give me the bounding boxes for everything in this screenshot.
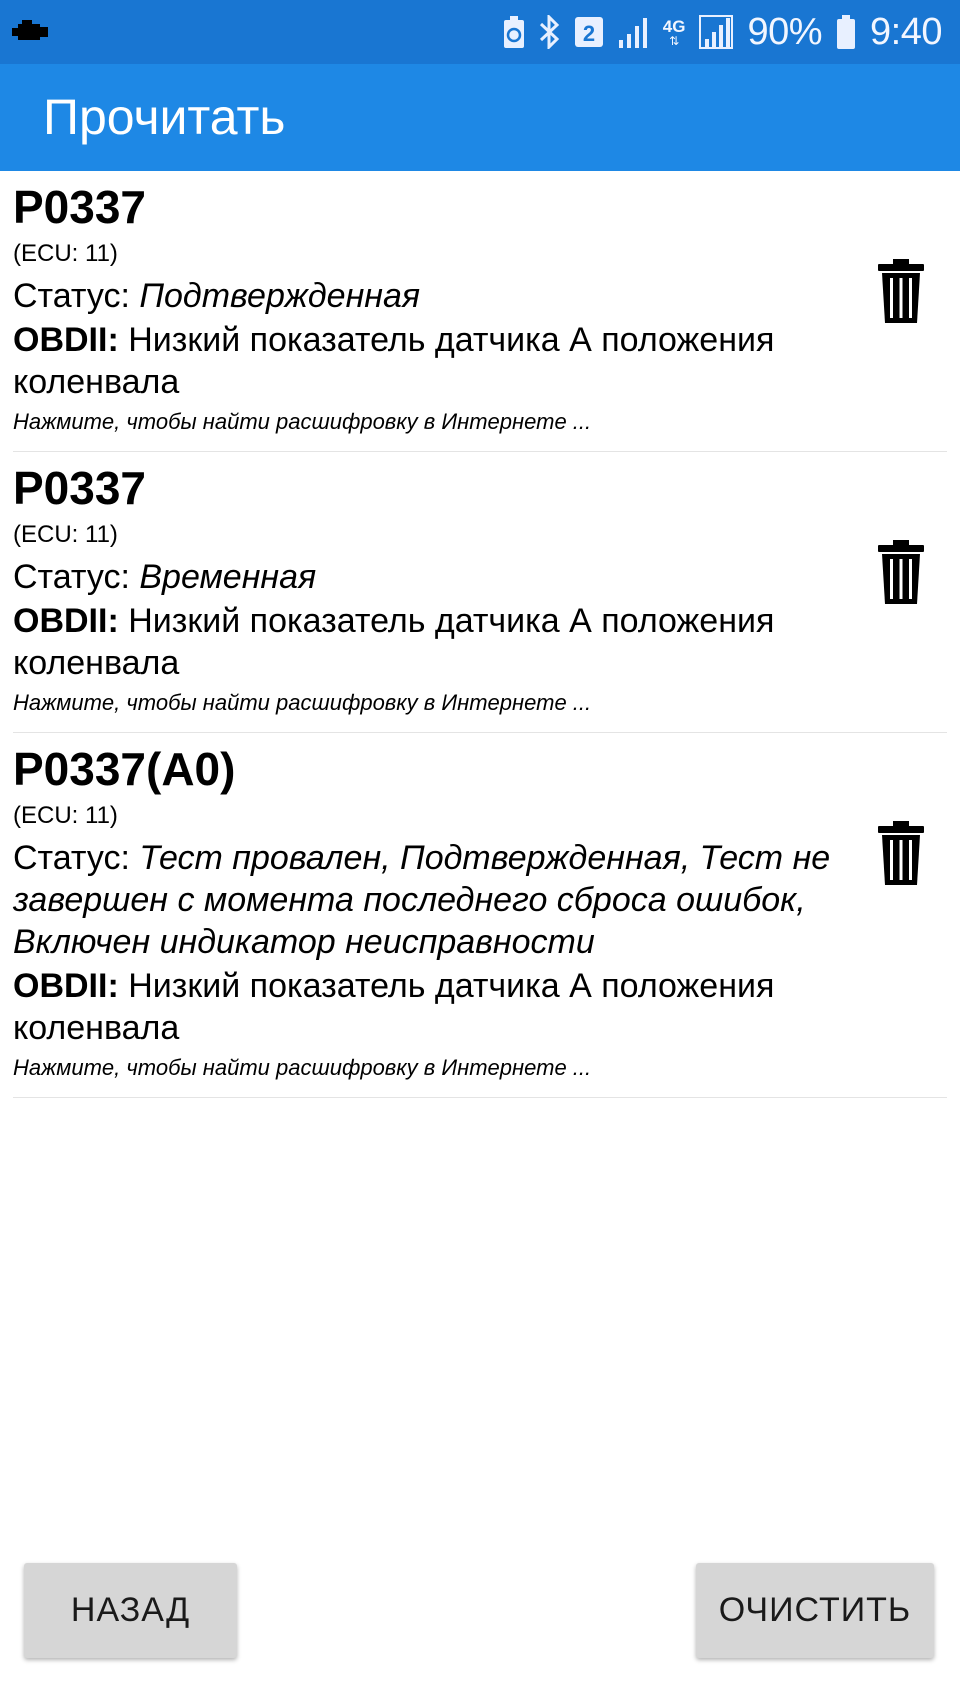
bluetooth-icon xyxy=(539,15,561,49)
dtc-code: P0337(A0) xyxy=(13,743,236,795)
search-online-hint[interactable]: Нажмите, чтобы найти расшифровку в Интер… xyxy=(13,1053,947,1083)
clear-button[interactable]: ОЧИСТИТЬ xyxy=(696,1563,934,1658)
status-value: Временная xyxy=(139,558,317,596)
status-bar: 2 4G ⇅ 90% 9:40 xyxy=(0,0,960,64)
obd-label: OBDII: xyxy=(13,967,119,1005)
clock: 9:40 xyxy=(870,10,942,53)
battery-saver-icon xyxy=(503,16,525,48)
search-online-hint[interactable]: Нажмите, чтобы найти расшифровку в Интер… xyxy=(13,688,947,718)
obd-description: Низкий показатель датчика А положения ко… xyxy=(13,602,775,682)
dtc-ecu: (ECU: 11) xyxy=(13,802,118,829)
status-value: Подтвержденная xyxy=(139,277,421,315)
dtc-status: Статус: Подтвержденная xyxy=(13,275,873,317)
trash-icon[interactable] xyxy=(877,259,925,323)
signal-full-icon xyxy=(699,15,734,49)
status-label: Статус: xyxy=(13,839,140,877)
trash-icon[interactable] xyxy=(877,821,925,885)
svg-text:2: 2 xyxy=(583,21,595,46)
dtc-ecu: (ECU: 11) xyxy=(13,521,118,548)
back-button[interactable]: НАЗАД xyxy=(24,1563,237,1658)
signal-icon xyxy=(617,16,649,48)
obd-label: OBDII: xyxy=(13,321,119,359)
dtc-code: P0337 xyxy=(13,181,147,233)
battery-icon xyxy=(836,15,856,49)
status-label: Статус: xyxy=(13,558,140,596)
sim2-icon: 2 xyxy=(574,17,603,47)
status-label: Статус: xyxy=(13,277,140,315)
dtc-list-item[interactable]: P0337 (ECU: 11) Статус: Временная OBDII:… xyxy=(13,452,947,733)
obd-label: OBDII: xyxy=(13,602,119,640)
dtc-list: P0337 (ECU: 11) Статус: Подтвержденная O… xyxy=(0,171,960,1098)
obd-description: Низкий показатель датчика А положения ко… xyxy=(13,321,775,401)
page-title: Прочитать xyxy=(43,89,286,145)
search-online-hint[interactable]: Нажмите, чтобы найти расшифровку в Интер… xyxy=(13,407,947,437)
dtc-description: OBDII: Низкий показатель датчика А полож… xyxy=(13,319,873,403)
dtc-description: OBDII: Низкий показатель датчика А полож… xyxy=(13,965,873,1049)
dtc-list-item[interactable]: P0337(A0) (ECU: 11) Статус: Тест провале… xyxy=(13,733,947,1098)
car-engine-icon xyxy=(12,18,48,49)
app-bar: Прочитать xyxy=(0,64,960,171)
dtc-list-item[interactable]: P0337 (ECU: 11) Статус: Подтвержденная O… xyxy=(13,171,947,452)
trash-icon[interactable] xyxy=(877,540,925,604)
lte-icon: 4G ⇅ xyxy=(662,16,686,48)
dtc-description: OBDII: Низкий показатель датчика А полож… xyxy=(13,600,873,684)
dtc-code: P0337 xyxy=(13,462,147,514)
dtc-status: Статус: Тест провален, Подтвержденная, Т… xyxy=(13,837,873,963)
dtc-status: Статус: Временная xyxy=(13,556,873,598)
obd-description: Низкий показатель датчика А положения ко… xyxy=(13,967,775,1047)
battery-percent: 90% xyxy=(747,10,823,53)
dtc-ecu: (ECU: 11) xyxy=(13,240,118,267)
